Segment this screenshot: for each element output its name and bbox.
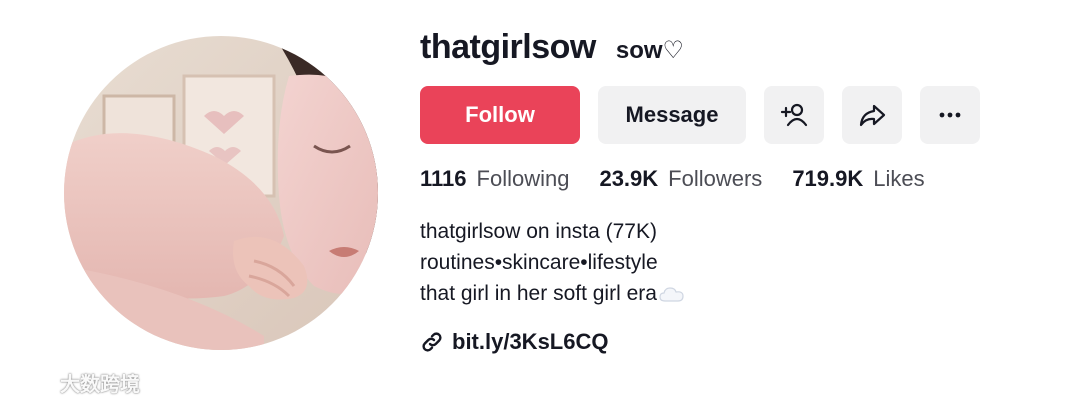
bio-line: thatgirlsow on insta (77K) xyxy=(420,220,657,243)
stat-following[interactable]: 1116 Following xyxy=(420,166,569,192)
likes-count: 719.9K xyxy=(792,166,864,191)
profile-info: thatgirlsow sow♡ Follow Message 1116 Fol… xyxy=(420,28,1060,355)
profile-link[interactable]: bit.ly/3KsL6CQ xyxy=(420,329,1060,355)
followers-label: Followers xyxy=(668,166,763,191)
following-count: 1116 xyxy=(420,166,467,191)
bio: thatgirlsow on insta (77K) routines•skin… xyxy=(420,216,1060,309)
action-buttons: Follow Message xyxy=(420,86,1060,144)
share-button[interactable] xyxy=(842,86,902,144)
followers-count: 23.9K xyxy=(599,166,659,191)
stat-followers[interactable]: 23.9K Followers xyxy=(599,166,762,192)
message-button[interactable]: Message xyxy=(598,86,746,144)
likes-label: Likes xyxy=(873,166,925,191)
avatar[interactable] xyxy=(64,36,378,350)
bio-line-last: that girl in her soft girl era xyxy=(420,278,1060,309)
watermark-text: 大数跨境 xyxy=(60,374,140,396)
bio-line: that girl in her soft girl era xyxy=(420,282,657,305)
nickname: sow♡ xyxy=(615,37,685,64)
profile-page: thatgirlsow sow♡ Follow Message 1116 Fol… xyxy=(0,0,1080,400)
more-options-button[interactable] xyxy=(920,86,980,144)
link-icon xyxy=(422,332,442,352)
watermark-logo-icon xyxy=(10,372,54,393)
avatar-photo xyxy=(64,36,378,350)
username: thatgirlsow xyxy=(420,28,596,66)
bio-line: routines•skincare•lifestyle xyxy=(420,251,658,274)
stat-likes: 719.9K Likes xyxy=(792,166,924,192)
stats-row: 1116 Following 23.9K Followers 719.9K Li… xyxy=(420,166,1060,192)
follow-button[interactable]: Follow xyxy=(420,86,580,144)
add-friend-icon xyxy=(780,103,808,127)
link-text[interactable]: bit.ly/3KsL6CQ xyxy=(452,329,608,355)
add-friend-button[interactable] xyxy=(764,86,824,144)
watermark: 大数跨境 xyxy=(10,368,140,397)
name-row: thatgirlsow sow♡ xyxy=(420,28,1060,68)
following-label: Following xyxy=(476,166,570,191)
cloud-icon xyxy=(659,287,684,302)
share-icon xyxy=(859,104,886,127)
more-icon xyxy=(939,112,961,118)
